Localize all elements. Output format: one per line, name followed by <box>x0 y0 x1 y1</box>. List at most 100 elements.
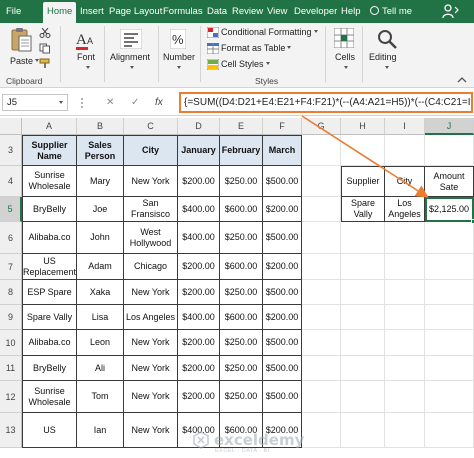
table-cell[interactable]: BryBelly <box>22 356 77 381</box>
row-header-11[interactable]: 11 <box>0 356 22 381</box>
cell-styles-button[interactable]: Cell Styles <box>221 59 270 69</box>
table-cell[interactable]: $400.00 <box>178 305 220 330</box>
percent-icon[interactable]: % <box>170 29 186 49</box>
table-cell[interactable]: Ian <box>77 413 124 448</box>
row-header-4[interactable]: 4 <box>0 166 22 197</box>
table-cell[interactable]: San Fransisco <box>124 197 178 222</box>
table-cell[interactable]: $250.00 <box>220 280 263 305</box>
column-header-j[interactable]: J <box>425 118 474 135</box>
table-cell[interactable]: BryBelly <box>22 197 77 222</box>
cell[interactable] <box>302 135 341 166</box>
table-header-cell[interactable]: March <box>263 135 302 166</box>
table-cell[interactable]: US <box>22 413 77 448</box>
table-cell[interactable]: New York <box>124 381 178 413</box>
table-cell[interactable]: New York <box>124 330 178 356</box>
editing-button[interactable]: Editing <box>369 52 397 62</box>
table-cell[interactable]: $200.00 <box>263 197 302 222</box>
table-cell[interactable]: New York <box>124 413 178 448</box>
table-cell[interactable]: Alibaba.co <box>22 222 77 254</box>
cell[interactable] <box>425 280 474 305</box>
cell[interactable] <box>302 280 341 305</box>
column-header-b[interactable]: B <box>77 118 124 135</box>
result-cell[interactable]: $2,125.00 <box>425 197 474 222</box>
row-header-10[interactable]: 10 <box>0 330 22 356</box>
cell[interactable] <box>341 330 385 356</box>
lookup-header-cell[interactable]: Amount Sate <box>425 166 474 197</box>
table-cell[interactable]: $500.00 <box>263 381 302 413</box>
name-box[interactable]: J5 <box>2 94 68 111</box>
tab-help[interactable]: Help <box>341 0 361 23</box>
table-cell[interactable]: $200.00 <box>178 254 220 280</box>
table-cell[interactable]: $200.00 <box>178 356 220 381</box>
table-cell[interactable]: $500.00 <box>263 166 302 197</box>
cell[interactable] <box>341 135 385 166</box>
collapse-ribbon-icon[interactable] <box>457 76 467 84</box>
cell[interactable] <box>302 166 341 197</box>
cells-button[interactable]: Cells <box>335 52 355 62</box>
table-cell[interactable]: New York <box>124 356 178 381</box>
cell[interactable] <box>302 305 341 330</box>
row-header-12[interactable]: 12 <box>0 381 22 413</box>
row-header-8[interactable]: 8 <box>0 280 22 305</box>
cell[interactable] <box>425 330 474 356</box>
drag-handle-icon[interactable] <box>80 97 84 109</box>
paste-icon[interactable] <box>10 27 34 53</box>
cell[interactable] <box>302 356 341 381</box>
table-cell[interactable]: $250.00 <box>220 381 263 413</box>
format-as-table-button[interactable]: Format as Table <box>221 43 292 53</box>
table-cell[interactable]: Ali <box>77 356 124 381</box>
table-cell[interactable]: $200.00 <box>263 305 302 330</box>
cell[interactable] <box>385 135 425 166</box>
font-icon[interactable]: A A <box>76 29 98 51</box>
tell-me-box[interactable]: Tell me <box>370 0 412 23</box>
table-cell[interactable]: $200.00 <box>263 254 302 280</box>
table-header-cell[interactable]: City <box>124 135 178 166</box>
alignment-icon[interactable] <box>120 29 142 49</box>
cell[interactable] <box>385 356 425 381</box>
table-header-cell[interactable]: Supplier Name <box>22 135 77 166</box>
table-cell[interactable]: Sunrise Wholesale <box>22 166 77 197</box>
column-header-d[interactable]: D <box>178 118 220 135</box>
table-cell[interactable]: $600.00 <box>220 197 263 222</box>
table-cell[interactable]: Alibaba.co <box>22 330 77 356</box>
table-cell[interactable]: $200.00 <box>178 330 220 356</box>
tab-view[interactable]: View <box>267 0 287 23</box>
cell[interactable] <box>385 222 425 254</box>
table-header-cell[interactable]: February <box>220 135 263 166</box>
table-cell[interactable]: Tom <box>77 381 124 413</box>
table-cell[interactable]: New York <box>124 166 178 197</box>
cell[interactable] <box>385 413 425 448</box>
column-header-c[interactable]: C <box>124 118 178 135</box>
cell[interactable] <box>385 330 425 356</box>
cell[interactable] <box>302 222 341 254</box>
cell[interactable] <box>425 222 474 254</box>
column-header-g[interactable]: G <box>302 118 341 135</box>
table-cell[interactable]: ESP Spare <box>22 280 77 305</box>
cell[interactable] <box>302 330 341 356</box>
table-cell[interactable]: Lisa <box>77 305 124 330</box>
row-header-6[interactable]: 6 <box>0 222 22 254</box>
table-cell[interactable]: Leon <box>77 330 124 356</box>
cells-icon[interactable] <box>334 28 354 48</box>
table-cell[interactable]: $600.00 <box>220 305 263 330</box>
cell[interactable] <box>302 197 341 222</box>
cell[interactable] <box>385 280 425 305</box>
table-header-cell[interactable]: Sales Person <box>77 135 124 166</box>
row-header-9[interactable]: 9 <box>0 305 22 330</box>
table-cell[interactable]: $500.00 <box>263 280 302 305</box>
conditional-formatting-button[interactable]: Conditional Formatting <box>221 27 318 37</box>
cancel-formula-button[interactable]: ✕ <box>106 94 114 111</box>
table-cell[interactable]: $250.00 <box>220 166 263 197</box>
cell[interactable] <box>302 254 341 280</box>
table-cell[interactable]: Los Angeles <box>124 305 178 330</box>
cell[interactable] <box>302 381 341 413</box>
table-cell[interactable]: Spare Vally <box>22 305 77 330</box>
table-cell[interactable]: New York <box>124 280 178 305</box>
share-icon[interactable] <box>441 3 459 19</box>
table-cell[interactable]: $250.00 <box>220 330 263 356</box>
table-cell[interactable]: John <box>77 222 124 254</box>
table-cell[interactable]: $400.00 <box>178 222 220 254</box>
column-header-a[interactable]: A <box>22 118 77 135</box>
cell[interactable] <box>385 254 425 280</box>
cell[interactable] <box>425 356 474 381</box>
